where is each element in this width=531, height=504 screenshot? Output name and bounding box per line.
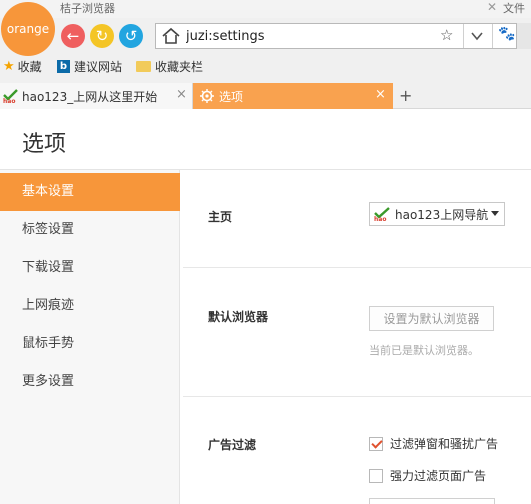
adblock-strong-checkbox[interactable] <box>369 468 383 483</box>
separator <box>463 24 464 48</box>
tab-hao123[interactable]: hao hao123_上网从这里开始 × <box>0 83 193 109</box>
address-bar: ☆ 🐾 <box>155 23 517 49</box>
sidebar-item-basic[interactable]: 基本设置 <box>0 173 180 211</box>
default-browser-label: 默认浏览器 <box>208 310 269 324</box>
folder-icon <box>136 61 151 72</box>
default-browser-status: 当前已是默认浏览器。 <box>369 344 479 357</box>
adblock-popup-option[interactable]: 过滤弹窗和骚扰广告 <box>369 435 498 452</box>
paw-icon[interactable]: 🐾 <box>498 26 515 42</box>
tab-settings[interactable]: 选项 × <box>193 83 393 109</box>
home-setting-label: 主页 <box>208 210 233 224</box>
partial-control[interactable] <box>369 498 495 504</box>
bookmark-suggested-sites[interactable]: b 建议网站 <box>57 58 122 75</box>
home-icon[interactable] <box>161 27 181 45</box>
page-title: 选项 <box>22 132 67 157</box>
undo-button[interactable]: ↺ <box>119 24 143 48</box>
star-icon: ★ <box>3 59 15 74</box>
url-input[interactable] <box>186 27 426 45</box>
tab-strip: hao hao123_上网从这里开始 × 选项 × + <box>0 83 531 109</box>
chevron-down-icon[interactable] <box>470 30 484 42</box>
back-button[interactable]: ← <box>61 24 85 48</box>
star-icon[interactable]: ☆ <box>440 26 453 44</box>
toolbar-edge <box>517 23 531 49</box>
set-default-browser-button[interactable]: 设置为默认浏览器 <box>369 306 494 331</box>
file-menu[interactable]: 文件 <box>503 0 525 16</box>
divider <box>183 267 531 268</box>
chevron-down-icon <box>491 211 499 216</box>
hao123-icon: hao <box>374 207 390 221</box>
new-tab-button[interactable]: + <box>399 86 412 105</box>
close-icon[interactable]: × <box>176 87 187 102</box>
hao123-icon: hao <box>3 89 18 103</box>
gear-icon <box>200 89 214 103</box>
tab-label: 选项 <box>219 90 244 104</box>
home-page-select[interactable]: hao hao123上网导航 <box>369 202 505 226</box>
bookmark-favorites-bar[interactable]: 收藏夹栏 <box>136 58 203 75</box>
sidebar-item-mouse-gestures[interactable]: 鼠标手势 <box>0 325 180 363</box>
close-icon[interactable]: ✕ <box>487 0 497 14</box>
bookmark-favorites[interactable]: ★ 收藏 <box>3 58 42 75</box>
adblock-popup-checkbox[interactable] <box>369 436 383 451</box>
checkbox-label: 强力过滤页面广告 <box>390 469 487 483</box>
sidebar-item-download[interactable]: 下载设置 <box>0 249 180 287</box>
arrow-left-icon: ← <box>66 26 80 45</box>
reload-icon: ↻ <box>95 26 109 45</box>
bookmarks-bar: ★ 收藏 b 建议网站 收藏夹栏 <box>0 55 531 79</box>
bing-icon: b <box>57 60 70 73</box>
bookmark-label: 建议网站 <box>74 60 123 74</box>
svg-text:hao: hao <box>3 98 15 103</box>
bookmark-label: 收藏夹栏 <box>155 60 204 74</box>
separator <box>492 24 493 48</box>
adblock-strong-option[interactable]: 强力过滤页面广告 <box>369 467 486 484</box>
settings-page: 选项 基本设置 标签设置 下载设置 上网痕迹 鼠标手势 更多设置 主页 hao … <box>0 109 531 504</box>
checkbox-label: 过滤弹窗和骚扰广告 <box>390 437 499 451</box>
adblock-label: 广告过滤 <box>208 438 257 452</box>
divider <box>183 396 531 397</box>
undo-icon: ↺ <box>124 26 138 45</box>
home-page-value: hao123上网导航 <box>395 207 489 222</box>
settings-sidebar: 基本设置 标签设置 下载设置 上网痕迹 鼠标手势 更多设置 <box>0 170 180 504</box>
sidebar-item-history[interactable]: 上网痕迹 <box>0 287 180 325</box>
logo-text: orange <box>6 22 50 36</box>
app-title: 桔子浏览器 <box>60 2 115 15</box>
title-bar: 桔子浏览器 ✕ 文件 <box>0 0 531 18</box>
sidebar-item-tabs[interactable]: 标签设置 <box>0 211 180 249</box>
tab-label: hao123_上网从这里开始 <box>22 90 158 104</box>
orange-logo: orange <box>1 2 55 56</box>
close-icon[interactable]: × <box>375 87 386 102</box>
bookmark-label: 收藏 <box>17 60 42 74</box>
sidebar-item-more[interactable]: 更多设置 <box>0 363 180 401</box>
reload-button[interactable]: ↻ <box>90 24 114 48</box>
svg-text:hao: hao <box>374 216 386 221</box>
